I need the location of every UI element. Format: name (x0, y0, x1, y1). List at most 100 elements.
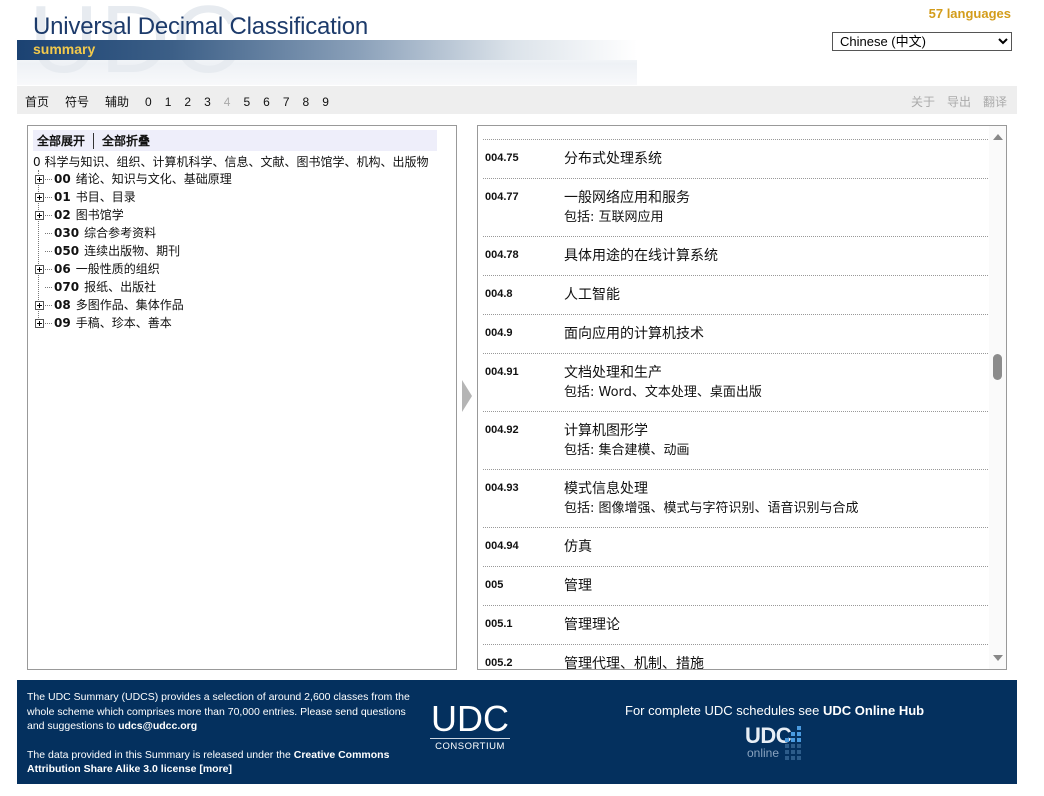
tree-item-code[interactable]: 01 (54, 188, 71, 206)
tree-item[interactable]: 070 报纸、出版社 (35, 278, 428, 296)
tree-item-label[interactable]: 绪论、知识与文化、基础原理 (76, 170, 232, 188)
nav-class-2[interactable]: 2 (184, 95, 191, 109)
entry-title[interactable]: 分布式处理系统 (564, 149, 662, 169)
nav-auxiliaries[interactable]: 辅助 (105, 93, 129, 110)
more-link[interactable]: [more] (199, 763, 232, 775)
tree-item-code[interactable]: 050 (54, 242, 79, 260)
tree-item[interactable]: 02 图书馆学 (35, 206, 428, 224)
expand-plus-icon[interactable] (35, 174, 44, 184)
entries-scrollbar[interactable] (989, 126, 1006, 669)
nav-class-9[interactable]: 9 (322, 95, 329, 109)
tree-item-code[interactable]: 070 (54, 278, 79, 296)
entry-code[interactable]: 004.75 (485, 149, 564, 178)
entry-code[interactable]: 004.8 (485, 285, 564, 314)
tree-item-label[interactable]: 报纸、出版社 (84, 278, 156, 296)
entry-title[interactable]: 计算机图形学 (564, 421, 690, 441)
tree-item[interactable]: 030 综合参考资料 (35, 224, 428, 242)
expand-plus-icon[interactable] (35, 318, 44, 328)
entry-row[interactable]: 004.91 文档处理和生产 包括: Word、文本处理、桌面出版 (483, 353, 988, 411)
entry-title[interactable]: 面向应用的计算机技术 (564, 324, 704, 344)
expand-plus-icon[interactable] (35, 264, 44, 274)
entry-title[interactable]: 仿真 (564, 537, 592, 557)
tree-item-label[interactable]: 连续出版物、期刊 (84, 242, 180, 260)
entry-code[interactable]: 005.2 (485, 654, 564, 669)
tree-item-code[interactable]: 09 (54, 314, 71, 332)
tree-item[interactable]: 09 手稿、珍本、善本 (35, 314, 428, 332)
nav-class-1[interactable]: 1 (165, 95, 172, 109)
entry-row[interactable]: 004.8 人工智能 (483, 275, 988, 314)
tree-item-code[interactable]: 06 (54, 260, 71, 278)
entry-title[interactable]: 文档处理和生产 (564, 363, 762, 383)
panel-toggle-arrow-icon[interactable] (462, 380, 472, 412)
entry-title[interactable]: 具体用途的在线计算系统 (564, 246, 718, 266)
nav-class-5[interactable]: 5 (243, 95, 250, 109)
entry-row[interactable]: 004.94 仿真 (483, 527, 988, 566)
scroll-down-arrow-icon[interactable] (993, 655, 1003, 661)
entry-title[interactable]: 模式信息处理 (564, 479, 859, 499)
tree-item-code[interactable]: 02 (54, 206, 71, 224)
tree-item[interactable]: 06 一般性质的组织 (35, 260, 428, 278)
nav-home[interactable]: 首页 (25, 93, 49, 110)
udc-online-logo[interactable]: UDC online (745, 724, 815, 764)
entry-title[interactable]: 人工智能 (564, 285, 620, 305)
entry-row[interactable]: 004.92 计算机图形学 包括: 集合建模、动画 (483, 411, 988, 469)
tree-root[interactable]: 0 科学与知识、组织、计算机科学、信息、文献、图书馆学、机构、出版物 (33, 154, 428, 170)
collapse-all-button[interactable]: 全部折叠 (102, 132, 150, 149)
entry-row[interactable]: 004.77 一般网络应用和服务 包括: 互联网应用 (483, 178, 988, 236)
online-hub-link[interactable]: UDC Online Hub (823, 703, 924, 718)
entry-row[interactable]: 004.78 具体用途的在线计算系统 (483, 236, 988, 275)
entry-title[interactable]: 一般网络应用和服务 (564, 188, 690, 208)
tree-item[interactable]: 08 多图作品、集体作品 (35, 296, 428, 314)
language-select[interactable]: Chinese (中文) (832, 32, 1012, 51)
entry-code[interactable]: 004.93 (485, 479, 564, 527)
tree-item-code[interactable]: 08 (54, 296, 71, 314)
entry-code[interactable]: 004.9 (485, 324, 564, 353)
scroll-up-arrow-icon[interactable] (993, 134, 1003, 140)
entry-title[interactable]: 管理 (564, 576, 592, 596)
entry-code[interactable]: 005.1 (485, 615, 564, 644)
tree-item[interactable]: 00 绪论、知识与文化、基础原理 (35, 170, 428, 188)
expand-plus-icon[interactable] (35, 300, 44, 310)
nav-class-0[interactable]: 0 (145, 95, 152, 109)
tree-item-label[interactable]: 一般性质的组织 (76, 260, 160, 278)
tree-item-code[interactable]: 030 (54, 224, 79, 242)
nav-translate[interactable]: 翻译 (983, 93, 1007, 110)
entry-code[interactable]: 004.94 (485, 537, 564, 566)
entry-row[interactable]: 004.9 面向应用的计算机技术 (483, 314, 988, 353)
entry-row[interactable]: 004.93 模式信息处理 包括: 图像增强、模式与字符识别、语音识别与合成 (483, 469, 988, 527)
site-title[interactable]: Universal Decimal Classification (33, 13, 368, 41)
entry-row[interactable]: 004.75 分布式处理系统 (483, 139, 988, 178)
entry-code[interactable]: 004.91 (485, 363, 564, 411)
nav-class-4: 4 (223, 94, 231, 109)
entry-code[interactable]: 005 (485, 576, 564, 605)
expand-plus-icon[interactable] (35, 210, 44, 220)
expand-plus-icon[interactable] (35, 192, 44, 202)
tree-item-label[interactable]: 多图作品、集体作品 (76, 296, 184, 314)
entry-title[interactable]: 管理理论 (564, 615, 620, 635)
expand-all-button[interactable]: 全部展开 (37, 132, 85, 149)
entry-code[interactable]: 004.92 (485, 421, 564, 469)
contact-email-link[interactable]: udcs@udcc.org (118, 720, 197, 732)
entry-title[interactable]: 管理代理、机制、措施 (564, 654, 704, 669)
tree-item[interactable]: 01 书目、目录 (35, 188, 428, 206)
tree-item-label[interactable]: 书目、目录 (76, 188, 136, 206)
scroll-thumb[interactable] (993, 354, 1002, 380)
nav-class-8[interactable]: 8 (303, 95, 310, 109)
nav-about[interactable]: 关于 (911, 93, 935, 110)
entry-code[interactable]: 004.77 (485, 188, 564, 236)
nav-class-3[interactable]: 3 (204, 95, 211, 109)
nav-class-7[interactable]: 7 (283, 95, 290, 109)
entry-row[interactable]: 005.1 管理理论 (483, 605, 988, 644)
entry-row[interactable]: 005 管理 (483, 566, 988, 605)
entry-code[interactable]: 004.78 (485, 246, 564, 275)
nav-export[interactable]: 导出 (947, 93, 971, 110)
nav-signs[interactable]: 符号 (65, 93, 89, 110)
tree-item-label[interactable]: 手稿、珍本、善本 (76, 314, 172, 332)
tree-item-label[interactable]: 综合参考资料 (84, 224, 156, 242)
tree-item[interactable]: 050 连续出版物、期刊 (35, 242, 428, 260)
nav-class-6[interactable]: 6 (263, 95, 270, 109)
tree-item-code[interactable]: 00 (54, 170, 71, 188)
tree-item-label[interactable]: 图书馆学 (76, 206, 124, 224)
entry-row[interactable]: 005.2 管理代理、机制、措施 (483, 644, 988, 669)
udc-consortium-logo[interactable]: UDC CONSORTIUM (430, 701, 510, 752)
